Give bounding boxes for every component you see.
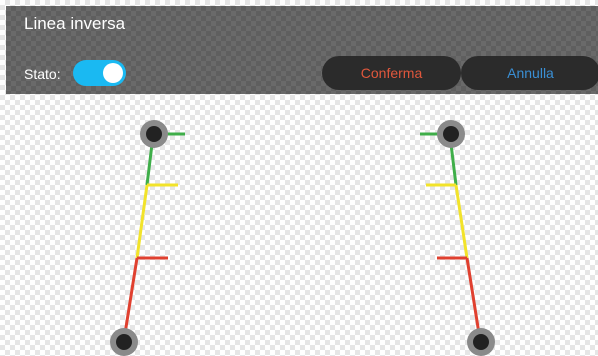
right-red-segment [465, 257, 482, 341]
left-yellow-segment [135, 184, 149, 259]
toggle-knob [103, 63, 123, 83]
left-bottom-handle[interactable] [110, 328, 138, 356]
cancel-button[interactable]: Annulla [461, 56, 598, 90]
left-red-segment [122, 257, 139, 341]
top-toolbar: Linea inversa Stato: Conferma Annulla [6, 6, 598, 94]
page-title: Linea inversa [24, 14, 126, 33]
right-yellow-segment [454, 184, 469, 259]
right-top-handle[interactable] [437, 120, 465, 148]
right-bottom-handle[interactable] [467, 328, 495, 356]
status-label: Stato: [24, 66, 61, 82]
status-toggle[interactable] [73, 60, 126, 86]
left-top-handle[interactable] [140, 120, 168, 148]
guide-lines-svg [110, 120, 495, 356]
confirm-button[interactable]: Conferma [322, 56, 461, 90]
guide-lines-canvas [6, 94, 598, 356]
